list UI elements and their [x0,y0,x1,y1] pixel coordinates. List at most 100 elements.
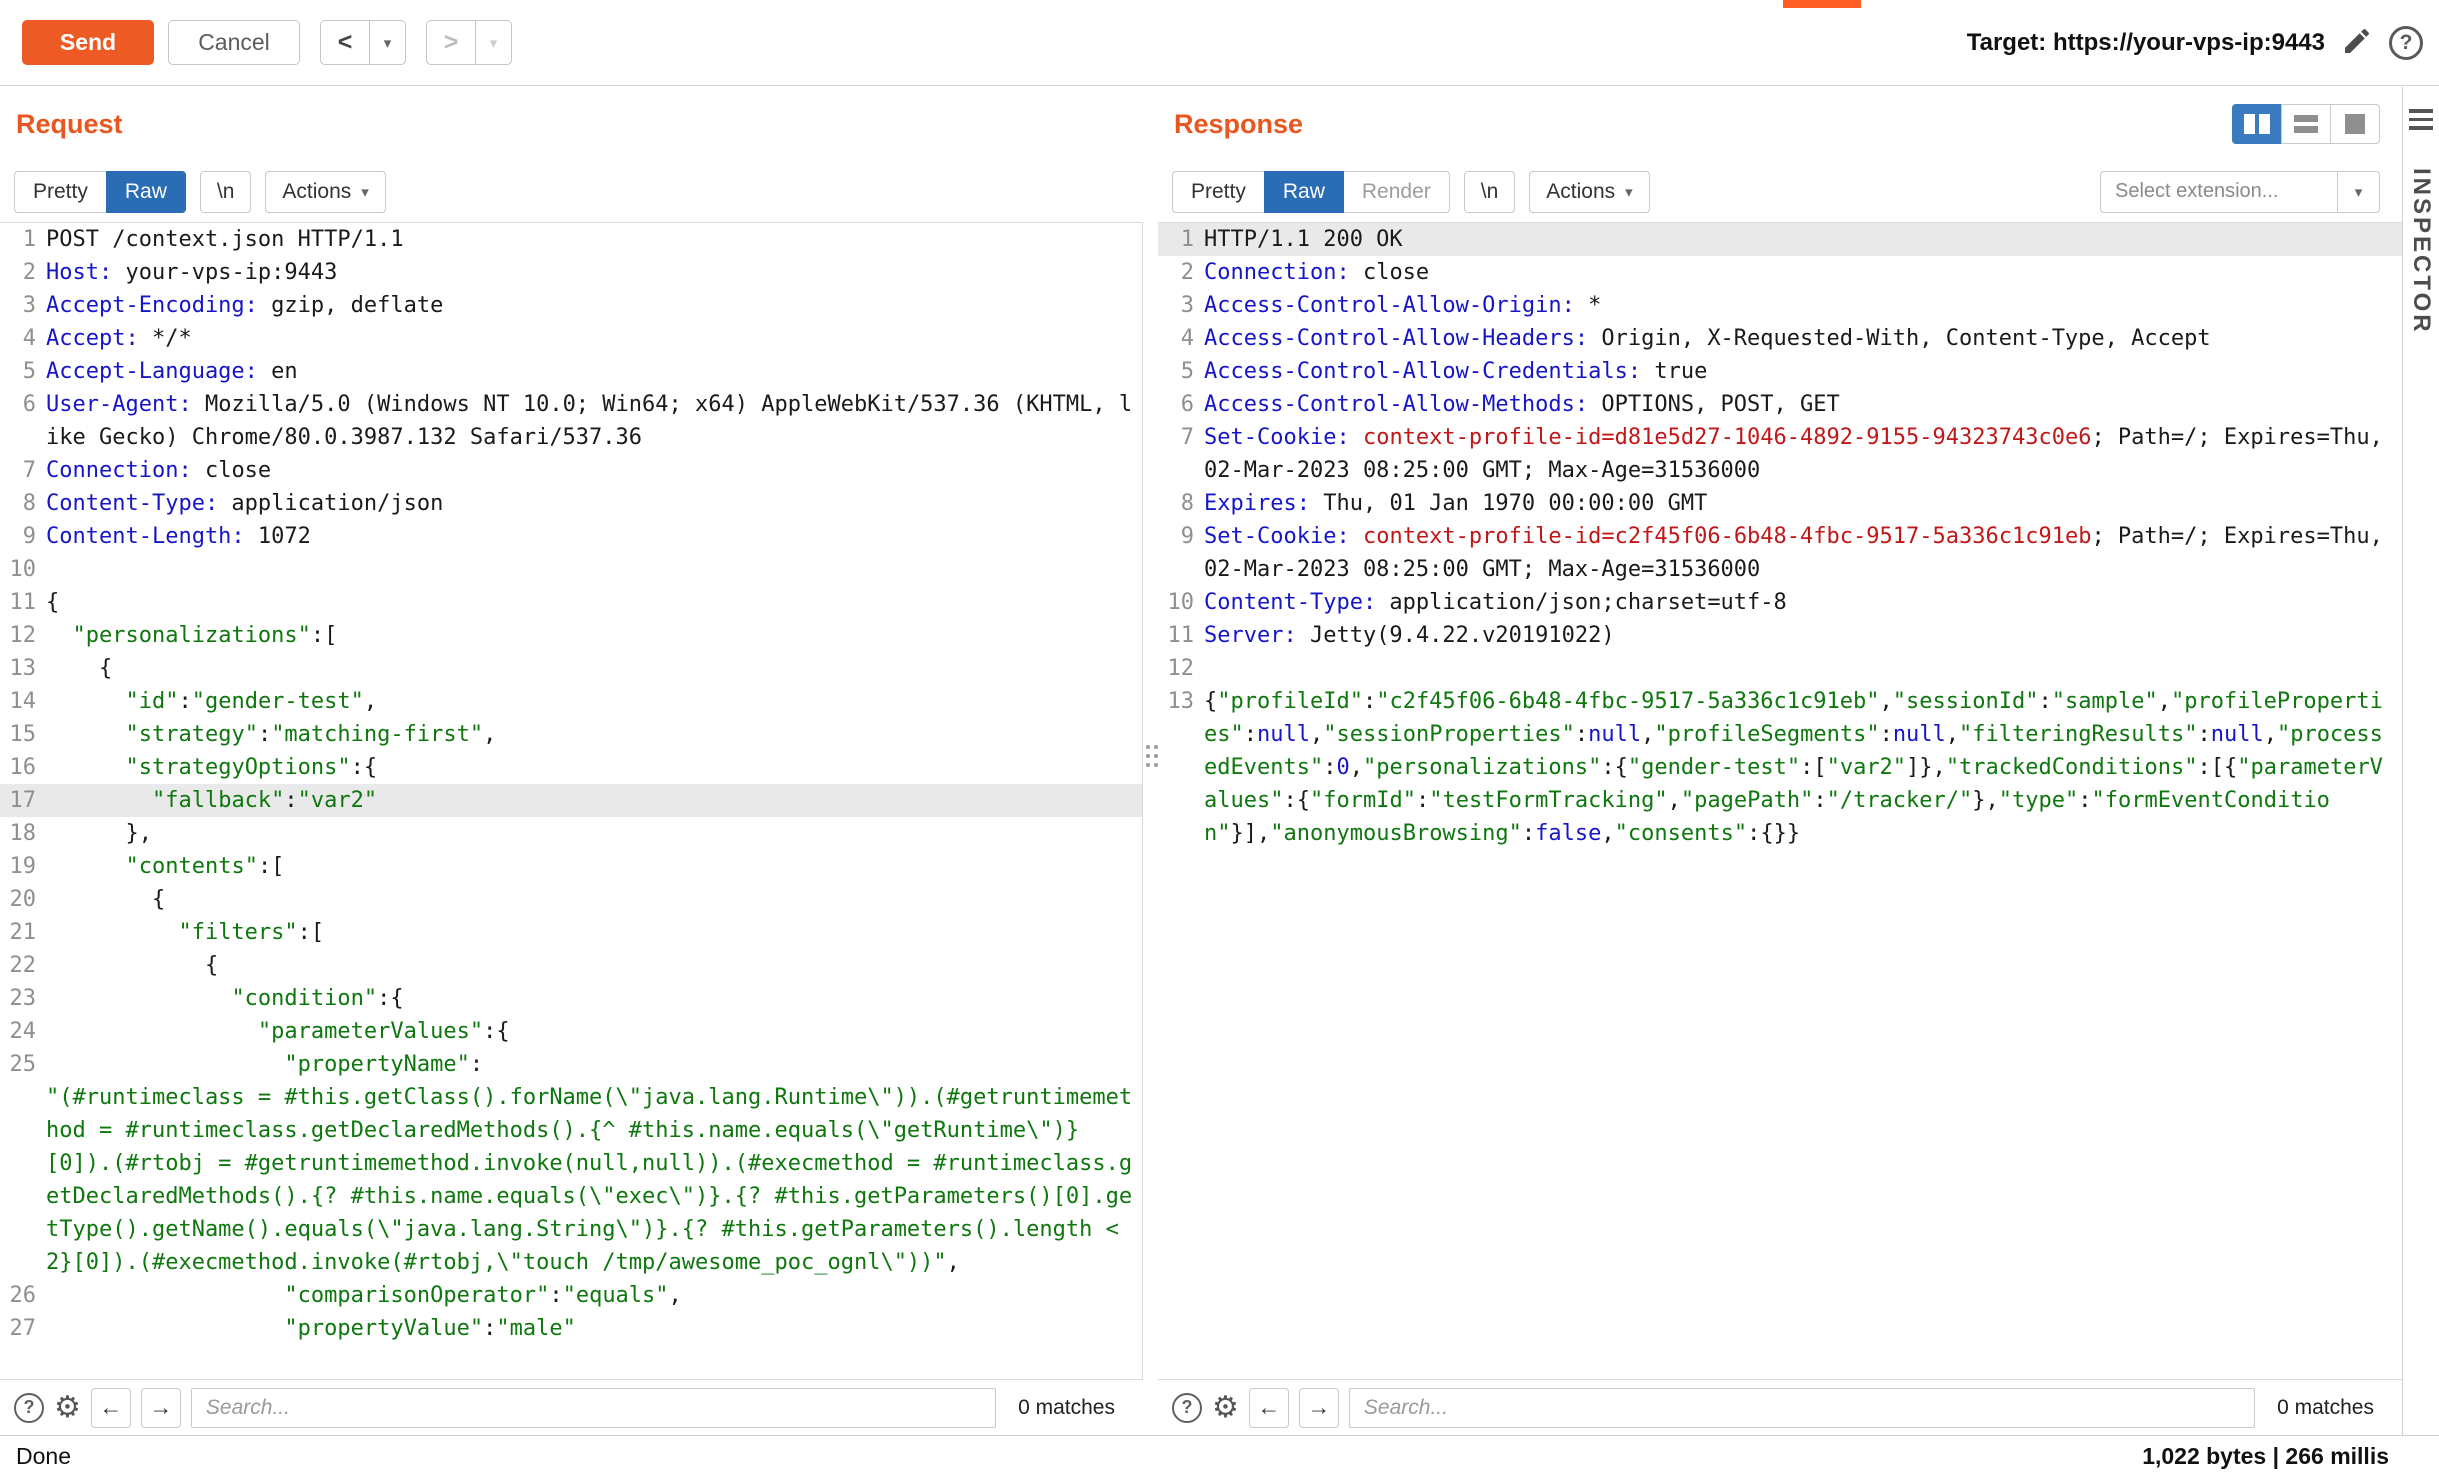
code-line: 11Server: Jetty(9.4.22.v20191022) [1158,619,2402,652]
gear-icon: ⚙ [54,1391,81,1424]
actions-label: Actions [1546,180,1615,204]
code-line: 13{"profileId":"c2f45f06-6b48-4fbc-9517-… [1158,685,2402,850]
send-button[interactable]: Send [22,20,154,65]
code-line: 2Connection: close [1158,256,2402,289]
line-content: Access-Control-Allow-Headers: Origin, X-… [1204,322,2402,355]
code-line: 5Access-Control-Allow-Credentials: true [1158,355,2402,388]
history-back-button[interactable]: < [320,20,370,65]
line-content: Set-Cookie: context-profile-id=c2f45f06-… [1204,520,2402,586]
line-content: Access-Control-Allow-Methods: OPTIONS, P… [1204,388,2402,421]
history-forward-button[interactable]: > [426,20,476,65]
search-settings-button[interactable]: ⚙ [54,1393,81,1423]
line-content: Host: your-vps-ip:9443 [46,256,1142,289]
code-line: 6Access-Control-Allow-Methods: OPTIONS, … [1158,388,2402,421]
toolbar: Send Cancel < ▾ > ▾ Target: https://your… [0,0,2439,86]
inspector-label: INSPECTOR [2407,168,2435,335]
code-line: 9Content-Length: 1072 [0,520,1142,553]
panel-splitter-handle[interactable] [1146,745,1158,767]
line-number: 26 [0,1279,46,1312]
tab-render[interactable]: Render [1343,171,1450,213]
code-line: 14 "id":"gender-test", [0,685,1142,718]
line-content: HTTP/1.1 200 OK [1204,223,2402,256]
request-editor[interactable]: 1POST /context.json HTTP/1.12Host: your-… [0,223,1143,1379]
code-line: 27 "propertyValue":"male" [0,1312,1142,1345]
request-search-input[interactable] [191,1388,996,1428]
line-content: "propertyName": "(#runtimeclass = #this.… [46,1048,1142,1279]
edit-target-button[interactable] [2341,25,2373,60]
extension-select[interactable]: Select extension... [2100,171,2338,213]
tab-pretty[interactable]: Pretty [1172,171,1265,213]
line-number: 18 [0,817,46,850]
actions-button[interactable]: Actions ▾ [265,171,385,213]
line-content: Content-Type: application/json;charset=u… [1204,586,2402,619]
status-bar: Done 1,022 bytes | 266 millis [0,1435,2439,1477]
request-panel: Request Pretty Raw \n Actions ▾ 1POST /c… [0,87,1143,1435]
line-content: "parameterValues":{ [46,1015,1142,1048]
pencil-icon [2341,25,2373,60]
search-previous-button[interactable]: ← [1249,1388,1289,1428]
inspector-menu-button[interactable] [2409,109,2433,130]
newline-toggle-button[interactable]: \n [1464,171,1516,213]
history-forward-dropdown-button[interactable]: ▾ [476,20,512,65]
actions-button[interactable]: Actions ▾ [1529,171,1649,213]
line-number: 22 [0,949,46,982]
line-number: 13 [0,652,46,685]
line-content: Content-Length: 1072 [46,520,1142,553]
line-number: 4 [0,322,46,355]
help-icon: ? [2389,26,2423,60]
newline-toggle-button[interactable]: \n [200,171,252,213]
code-line: 26 "comparisonOperator":"equals", [0,1279,1142,1312]
extension-select-dropdown-button[interactable]: ▾ [2338,171,2380,213]
line-content: { [46,949,1142,982]
line-content [1204,652,2402,685]
code-line: 10Content-Type: application/json;charset… [1158,586,2402,619]
line-content: }, [46,817,1142,850]
code-line: 16 "strategyOptions":{ [0,751,1142,784]
help-button[interactable]: ? [2389,26,2423,60]
code-line: 9Set-Cookie: context-profile-id=c2f45f06… [1158,520,2402,586]
line-content: Access-Control-Allow-Origin: * [1204,289,2402,322]
tab-raw[interactable]: Raw [106,171,186,213]
code-line: 10 [0,553,1142,586]
code-line: 8Expires: Thu, 01 Jan 1970 00:00:00 GMT [1158,487,2402,520]
arrow-right-icon: → [1307,1394,1330,1420]
search-previous-button[interactable]: ← [91,1388,131,1428]
line-number: 14 [0,685,46,718]
line-number: 20 [0,883,46,916]
line-content: User-Agent: Mozilla/5.0 (Windows NT 10.0… [46,388,1142,454]
code-line: 17 "fallback":"var2" [0,784,1142,817]
inspector-panel[interactable]: INSPECTOR [2402,87,2439,1435]
line-content: "comparisonOperator":"equals", [46,1279,1142,1312]
line-content: "propertyValue":"male" [46,1312,1142,1345]
tab-raw[interactable]: Raw [1264,171,1344,213]
columns-layout-button[interactable] [2232,104,2282,144]
tab-pretty[interactable]: Pretty [14,171,107,213]
history-back-dropdown-button[interactable]: ▾ [370,20,406,65]
line-number: 12 [0,619,46,652]
line-content: "strategyOptions":{ [46,751,1142,784]
search-settings-button[interactable]: ⚙ [1212,1393,1239,1423]
line-number: 6 [0,388,46,454]
line-number: 2 [0,256,46,289]
line-number: 9 [0,520,46,553]
line-content: "filters":[ [46,916,1142,949]
chevron-down-icon: ▾ [384,35,392,52]
code-line: 21 "filters":[ [0,916,1142,949]
cancel-button[interactable]: Cancel [168,20,300,65]
response-search-input[interactable] [1349,1388,2255,1428]
response-editor[interactable]: 1HTTP/1.1 200 OK2Connection: close3Acces… [1158,223,2402,1379]
search-help-button[interactable]: ? [14,1393,44,1423]
code-line: 15 "strategy":"matching-first", [0,718,1142,751]
search-help-button[interactable]: ? [1172,1393,1202,1423]
code-line: 5Accept-Language: en [0,355,1142,388]
rows-layout-button[interactable] [2281,104,2331,144]
request-title: Request [16,109,123,140]
single-layout-button[interactable] [2330,104,2380,144]
line-content: Expires: Thu, 01 Jan 1970 00:00:00 GMT [1204,487,2402,520]
search-next-button[interactable]: → [1299,1388,1339,1428]
line-number: 23 [0,982,46,1015]
line-number: 19 [0,850,46,883]
extension-select-group: Select extension... ▾ [2100,171,2380,213]
search-next-button[interactable]: → [141,1388,181,1428]
response-panel: Response Pretty Raw Render \n Actions ▾ … [1158,87,2402,1435]
